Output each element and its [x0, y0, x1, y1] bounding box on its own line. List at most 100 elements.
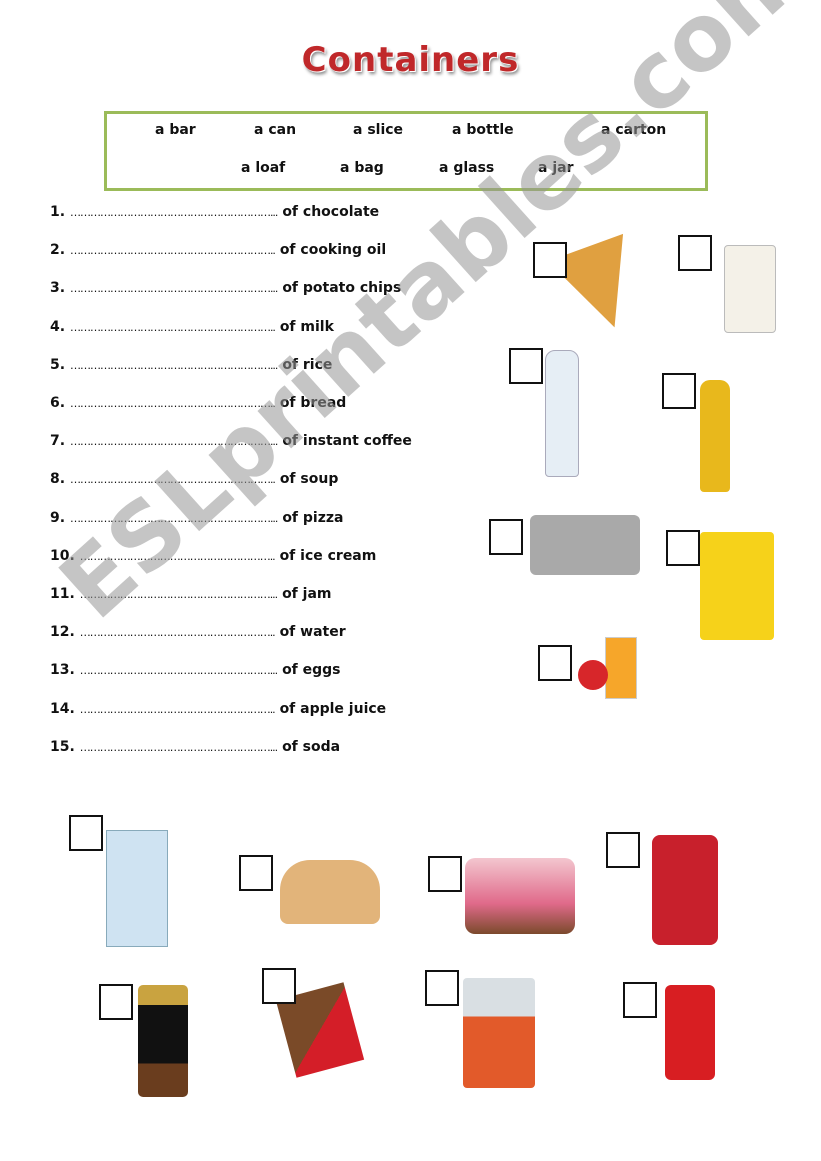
exercise-row: 10. ………………………………………………….. of ice cream	[50, 548, 376, 564]
jam-jar-picture	[652, 835, 718, 945]
word-bank-item: a bottle	[452, 122, 514, 138]
answer-blank[interactable]: …………………………………………………..	[80, 703, 276, 716]
coffee-jar-picture	[138, 985, 188, 1097]
milk-carton-picture	[106, 830, 168, 947]
item-suffix: of milk	[279, 318, 334, 335]
exercise-row: 3. ……………………………………………………... of potato chi…	[50, 280, 401, 296]
answer-box-jam[interactable]	[606, 832, 640, 868]
page-title: Containers	[301, 40, 520, 80]
answer-blank[interactable]: ……………………………………………………...	[70, 282, 278, 295]
answer-box-ice-cream[interactable]	[428, 856, 462, 892]
exercise-row: 11. …………………………………………………... of jam	[50, 586, 331, 602]
item-suffix: of soup	[279, 471, 339, 488]
answer-box-soda[interactable]	[623, 982, 657, 1018]
item-number: 5.	[50, 356, 66, 373]
word-bank-item: a bag	[340, 160, 384, 176]
apple-picture	[578, 660, 608, 690]
exercise-row: 15. …………………………………………………... of soda	[50, 739, 340, 755]
answer-box-chocolate[interactable]	[262, 968, 296, 1004]
item-suffix: of rice	[282, 356, 333, 373]
word-bank-item: a glass	[439, 160, 495, 176]
egg-carton-picture	[530, 515, 640, 575]
potato-chips-bag-picture	[700, 532, 774, 640]
answer-blank[interactable]: …………………………………………………..	[80, 550, 276, 563]
answer-blank[interactable]: ……………………………………………………..	[70, 244, 276, 257]
item-suffix: of eggs	[282, 662, 341, 679]
item-number: 11.	[50, 586, 75, 602]
item-suffix: of bread	[279, 395, 347, 411]
item-number: 2.	[50, 242, 66, 259]
exercise-row: 1. ……………………………………………………... of chocolate	[50, 204, 379, 220]
item-suffix: of ice cream	[279, 547, 377, 564]
item-number: 4.	[50, 318, 66, 335]
item-suffix: of soda	[282, 738, 341, 755]
item-number: 12.	[50, 624, 75, 641]
answer-box-apple-juice[interactable]	[538, 645, 572, 681]
worksheet-page: Containers a bar a can a slice a bottle …	[0, 0, 821, 1161]
answer-box-eggs[interactable]	[489, 519, 523, 555]
exercise-row: 7. ……………………………………………………... of instant co…	[50, 433, 412, 449]
answer-box-soup[interactable]	[425, 970, 459, 1006]
word-bank-item: a slice	[353, 122, 404, 138]
answer-box-water[interactable]	[509, 348, 543, 384]
exercise-row: 12. ………………………………………………….. of water	[50, 624, 346, 640]
item-suffix: of jam	[282, 586, 332, 602]
exercise-row: 2. …………………………………………………….. of cooking oil	[50, 242, 386, 258]
soda-can-picture	[665, 985, 715, 1080]
answer-box-potato-chips[interactable]	[666, 530, 700, 566]
answer-blank[interactable]: …………………………………………………...	[80, 588, 278, 601]
answer-blank[interactable]: ……………………………………………………...	[70, 512, 278, 525]
item-suffix: of water	[279, 624, 346, 641]
answer-blank[interactable]: ……………………………………………………..	[70, 473, 276, 486]
rice-bag-picture	[724, 245, 776, 333]
answer-blank[interactable]: …………………………………………………...	[80, 741, 278, 754]
water-bottle-picture	[545, 350, 579, 477]
answer-blank[interactable]: ……………………………………………………...	[70, 206, 278, 219]
word-bank-item: a loaf	[241, 160, 286, 176]
item-number: 8.	[50, 471, 66, 488]
answer-box-milk[interactable]	[69, 815, 103, 851]
answer-blank[interactable]: ……………………………………………………..	[70, 397, 276, 410]
answer-blank[interactable]: …………………………………………………...	[80, 664, 278, 677]
answer-blank[interactable]: ……………………………………………………..	[70, 321, 276, 334]
item-suffix: of apple juice	[279, 700, 387, 717]
apple-juice-glass-picture	[605, 637, 637, 699]
word-bank-item: a bar	[155, 122, 196, 138]
answer-box-rice[interactable]	[678, 235, 712, 271]
item-suffix: of cooking oil	[279, 242, 387, 259]
answer-box-coffee[interactable]	[99, 984, 133, 1020]
exercise-row: 5. ……………………………………………………... of rice	[50, 357, 332, 373]
bread-loaf-picture	[280, 860, 380, 924]
item-number: 7.	[50, 433, 66, 450]
item-suffix: of potato chips	[282, 280, 402, 297]
item-number: 3.	[50, 280, 66, 297]
word-bank-item: a can	[254, 122, 297, 138]
soup-can-picture	[463, 978, 535, 1088]
word-bank-item: a carton	[601, 122, 667, 138]
item-number: 1.	[50, 204, 66, 220]
item-number: 6.	[50, 395, 66, 411]
cooking-oil-bottle-picture	[700, 380, 730, 492]
item-number: 10.	[50, 547, 75, 564]
answer-box-pizza[interactable]	[533, 242, 567, 278]
exercise-row: 8. …………………………………………………….. of soup	[50, 471, 338, 487]
exercise-row: 13. …………………………………………………... of eggs	[50, 662, 341, 678]
exercise-row: 14. ………………………………………………….. of apple juice	[50, 701, 386, 717]
word-bank-item: a jar	[538, 160, 574, 176]
exercise-row: 4. …………………………………………………….. of milk	[50, 319, 334, 335]
item-suffix: of chocolate	[282, 204, 380, 220]
word-bank: a bar a can a slice a bottle a carton a …	[104, 111, 708, 191]
item-number: 13.	[50, 662, 75, 679]
item-number: 14.	[50, 700, 75, 717]
item-suffix: of instant coffee	[282, 433, 412, 450]
answer-box-cooking-oil[interactable]	[662, 373, 696, 409]
item-suffix: of pizza	[282, 509, 344, 526]
exercise-row: 9. ……………………………………………………... of pizza	[50, 510, 343, 526]
answer-blank[interactable]: ……………………………………………………...	[70, 359, 278, 372]
answer-blank[interactable]: ……………………………………………………...	[70, 435, 278, 448]
answer-box-bread[interactable]	[239, 855, 273, 891]
exercise-row: 6. …………………………………………………….. of bread	[50, 395, 346, 411]
item-number: 15.	[50, 738, 75, 755]
answer-blank[interactable]: …………………………………………………..	[80, 626, 276, 639]
item-number: 9.	[50, 509, 66, 526]
